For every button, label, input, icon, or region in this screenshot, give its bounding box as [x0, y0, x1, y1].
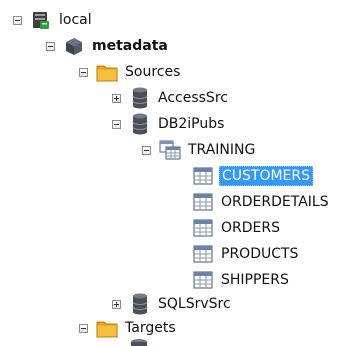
table-icon [192, 165, 214, 187]
tree-node-table-shippers[interactable]: SHIPPERS [192, 268, 291, 292]
tree-node-label: SHIPPERS [221, 272, 289, 288]
schema-icon [159, 139, 181, 161]
tree-node-label: ORDERS [221, 220, 280, 236]
tree-node-accesssrc[interactable]: AccessSrc [112, 86, 230, 110]
tree-node-label: metadata [92, 38, 168, 54]
tree-node-label: AccessSrc [158, 90, 228, 106]
database-icon [129, 87, 151, 109]
folder-icon [96, 317, 118, 339]
tree-node-label: PRODUCTS [221, 246, 299, 262]
cube-icon [63, 35, 85, 57]
table-icon [192, 217, 214, 239]
tree-node-label: local [59, 12, 92, 28]
expand-toggle[interactable] [112, 299, 121, 309]
tree-node-label: TRAINING [188, 142, 256, 158]
expand-toggle[interactable] [112, 93, 121, 103]
tree-node-table-customers[interactable]: CUSTOMERS [192, 164, 314, 188]
collapse-toggle[interactable] [142, 145, 151, 155]
collapse-toggle[interactable] [13, 15, 22, 25]
collapse-toggle[interactable] [112, 119, 121, 129]
tree-node-label: Sources [125, 64, 181, 80]
table-icon [192, 191, 214, 213]
tree-node-targets[interactable]: Targets [79, 316, 178, 340]
table-icon [192, 269, 214, 291]
tree-node-sqlsrvsrc[interactable]: SQLSrvSrc [112, 292, 233, 316]
tree-node-training[interactable]: TRAINING [142, 138, 257, 162]
metadata-tree: local metadata Sources AccessSrc DB2iPub… [0, 0, 353, 346]
collapse-toggle[interactable] [79, 323, 88, 333]
table-icon [192, 243, 214, 265]
collapse-toggle[interactable] [79, 67, 88, 77]
tree-node-metadata[interactable]: metadata [46, 34, 170, 58]
tree-node-label: SQLSrvSrc [158, 296, 231, 312]
tree-node-label: CUSTOMERS [219, 166, 314, 186]
tree-node-local[interactable]: local [13, 8, 94, 32]
tree-node-table-products[interactable]: PRODUCTS [192, 242, 300, 266]
database-icon [128, 338, 150, 346]
collapse-toggle[interactable] [46, 41, 55, 51]
tree-node-table-orderdetails[interactable]: ORDERDETAILS [192, 190, 331, 214]
tree-node-label: Targets [125, 320, 176, 336]
tree-node-db2ipubs[interactable]: DB2iPubs [112, 112, 226, 136]
database-icon [129, 113, 151, 135]
tree-node-label: ORDERDETAILS [221, 194, 329, 210]
tree-node-sources[interactable]: Sources [79, 60, 182, 84]
server-icon [30, 9, 52, 31]
tree-node-label: DB2iPubs [158, 116, 225, 132]
folder-icon [96, 61, 118, 83]
database-icon [129, 293, 151, 315]
tree-node-table-orders[interactable]: ORDERS [192, 216, 282, 240]
